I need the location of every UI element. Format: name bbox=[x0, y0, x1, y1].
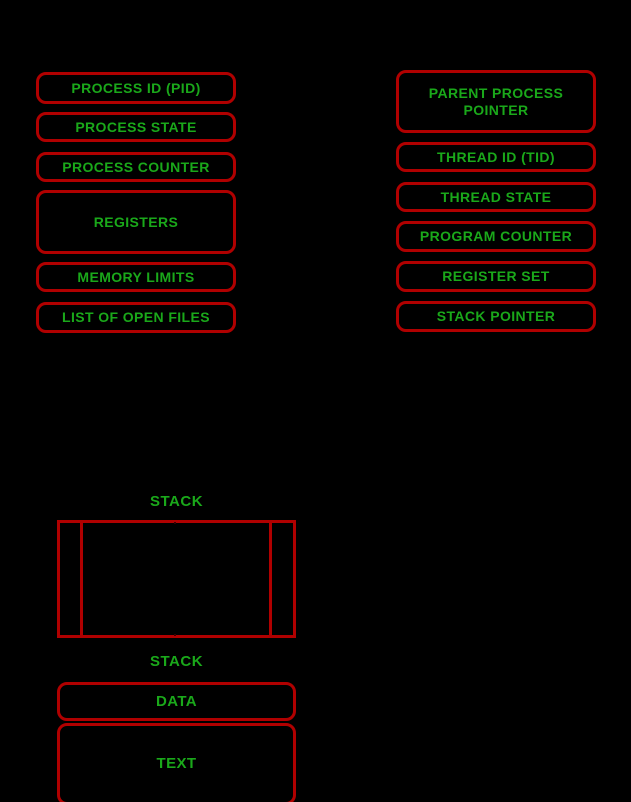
stack-region[interactable] bbox=[57, 520, 296, 638]
pcb-field-label: PROCESS STATE bbox=[75, 118, 197, 135]
memory-segment-label: TEXT bbox=[156, 755, 197, 773]
tcb-field-label: THREAD ID (TID) bbox=[437, 148, 555, 165]
pcb-field-label: LIST OF OPEN FILES bbox=[62, 309, 210, 326]
tcb-field-program-counter[interactable]: PROGRAM COUNTER bbox=[396, 221, 596, 252]
tcb-field-register-set[interactable]: REGISTER SET bbox=[396, 261, 596, 292]
memory-segment-label: DATA bbox=[155, 692, 198, 710]
pcb-field-process-counter[interactable]: PROCESS COUNTER bbox=[36, 152, 236, 182]
tcb-field-label: REGISTER SET bbox=[442, 268, 550, 285]
pcb-field-memory-limits[interactable]: MEMORY LIMITS bbox=[36, 262, 236, 292]
diagram-canvas: PROCESS ID (PID) PROCESS STATE PROCESS C… bbox=[0, 0, 631, 802]
tcb-field-label: PARENT PROCESS POINTER bbox=[428, 85, 564, 118]
stack-inner-rule-left bbox=[80, 523, 83, 635]
pcb-field-label: MEMORY LIMITS bbox=[77, 268, 195, 285]
tcb-field-stack-pointer[interactable]: STACK POINTER bbox=[396, 301, 596, 332]
pcb-field-list-of-open-files[interactable]: LIST OF OPEN FILES bbox=[36, 302, 236, 333]
tcb-field-parent-process-pointer[interactable]: PARENT PROCESS POINTER bbox=[396, 70, 596, 133]
pcb-field-process-id[interactable]: PROCESS ID (PID) bbox=[36, 72, 236, 104]
stack-inner-rule-right bbox=[269, 523, 272, 635]
stack-top-caption: STACK bbox=[149, 493, 204, 510]
tcb-field-thread-state[interactable]: THREAD STATE bbox=[396, 182, 596, 212]
stack-mid-caption: STACK bbox=[149, 653, 204, 670]
stack-top-tick bbox=[174, 522, 176, 524]
tcb-field-label: STACK POINTER bbox=[436, 308, 556, 325]
stack-bottom-tick bbox=[174, 634, 176, 636]
pcb-field-registers[interactable]: REGISTERS bbox=[36, 190, 236, 254]
pcb-field-label: PROCESS ID (PID) bbox=[71, 79, 201, 96]
tcb-field-label: PROGRAM COUNTER bbox=[419, 228, 573, 245]
pcb-field-label: PROCESS COUNTER bbox=[62, 158, 210, 175]
pcb-field-process-state[interactable]: PROCESS STATE bbox=[36, 112, 236, 142]
tcb-field-thread-id[interactable]: THREAD ID (TID) bbox=[396, 142, 596, 172]
tcb-field-label: THREAD STATE bbox=[440, 188, 552, 205]
pcb-field-label: REGISTERS bbox=[93, 213, 179, 230]
memory-segment-text[interactable]: TEXT bbox=[57, 723, 296, 802]
memory-segment-data[interactable]: DATA bbox=[57, 682, 296, 721]
